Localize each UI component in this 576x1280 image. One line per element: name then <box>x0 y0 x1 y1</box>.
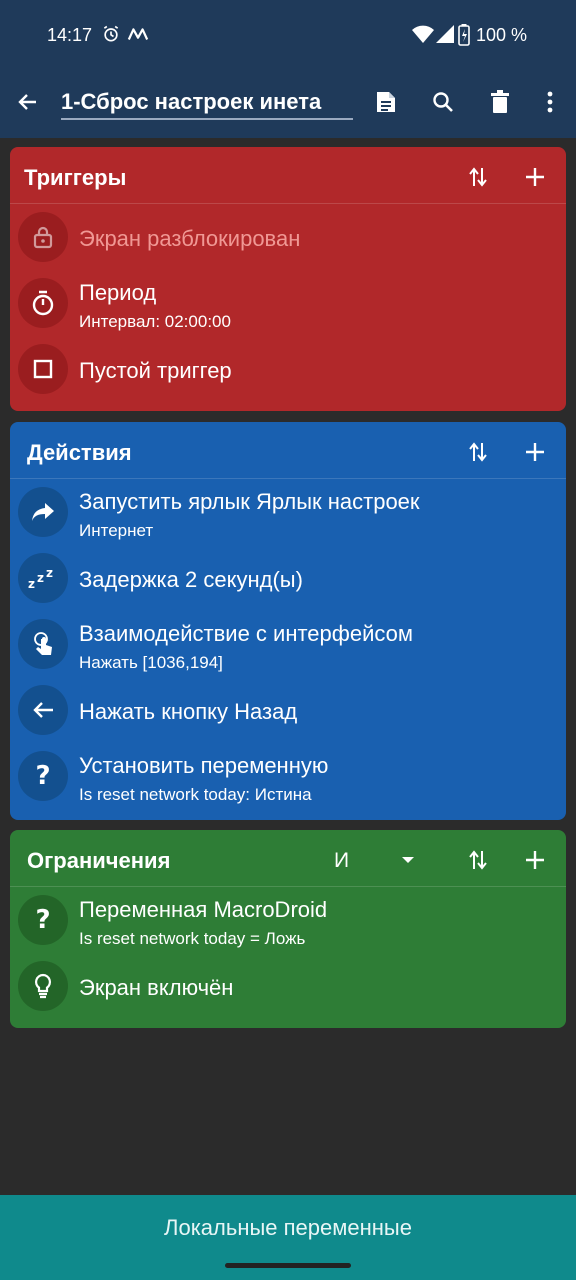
overflow-menu-button[interactable] <box>536 88 564 116</box>
battery-percentage: 100 % <box>476 25 528 45</box>
delete-button[interactable] <box>486 88 514 116</box>
swap-vertical-icon <box>469 850 487 870</box>
add-action-button[interactable] <box>521 438 549 466</box>
action-label: Задержка 2 секунд(ы) <box>79 567 303 592</box>
trigger-label: Период <box>79 280 157 305</box>
home-indicator[interactable] <box>225 1263 351 1268</box>
triggers-header: Триггеры <box>10 147 566 204</box>
constraints-card: Ограничения И ? Переменная MacroDroid Is… <box>10 830 566 1028</box>
constraints-header: Ограничения И <box>10 830 566 887</box>
plus-icon <box>526 851 544 869</box>
dropdown-arrow-icon <box>402 857 414 863</box>
action-item[interactable]: Взаимодействие с интерфейсом Нажать [103… <box>10 611 566 677</box>
logic-operator-select[interactable]: И <box>334 849 349 873</box>
trigger-detail: Интервал: 02:00:00 <box>79 312 231 331</box>
constraint-item[interactable]: Экран включён <box>10 953 566 1019</box>
macro-name-field[interactable]: 1-Сброс настроек инета <box>61 86 353 120</box>
trigger-label: Пустой триггер <box>79 358 232 383</box>
add-trigger-button[interactable] <box>521 163 549 191</box>
constraint-item[interactable]: ? Переменная MacroDroid Is reset network… <box>10 887 566 953</box>
triggers-title: Триггеры <box>24 165 127 190</box>
local-variables-label: Локальные переменные <box>164 1215 412 1240</box>
macro-title: 1-Сброс настроек инета <box>61 89 322 114</box>
status-time: 14:17 <box>47 25 93 45</box>
svg-text:z: z <box>37 571 44 585</box>
document-icon <box>377 92 395 112</box>
action-item[interactable]: zzz Задержка 2 секунд(ы) <box>10 545 566 611</box>
question-icon: ? <box>18 895 68 945</box>
add-constraint-button[interactable] <box>521 846 549 874</box>
square-icon <box>18 344 68 394</box>
constraints-title: Ограничения <box>27 848 171 873</box>
app-bar: 1-Сброс настроек инета <box>0 72 576 136</box>
action-label: Установить переменную <box>79 753 329 778</box>
more-vert-icon <box>547 91 553 113</box>
actions-card: Действия Запустить ярлык Ярлык настроек … <box>10 422 566 820</box>
battery-icon <box>458 24 470 51</box>
back-arrow-icon <box>18 94 36 110</box>
trash-icon <box>491 90 509 113</box>
cell-signal-icon <box>435 24 455 49</box>
lock-icon <box>18 212 68 262</box>
swap-vertical-icon <box>469 442 487 462</box>
action-item[interactable]: Запустить ярлык Ярлык настроек Интернет <box>10 479 566 545</box>
sleep-zzz-icon: zzz <box>18 553 68 603</box>
actions-header: Действия <box>10 422 566 479</box>
swap-vertical-icon <box>469 167 487 187</box>
trigger-item[interactable]: Пустой триггер <box>10 336 566 402</box>
action-label: Запустить ярлык Ярлык настроек <box>79 489 420 514</box>
status-bar: 14:17 100 % <box>0 22 576 50</box>
back-button[interactable] <box>14 88 42 116</box>
top-bar: 14:17 100 % 1-Сброс настроек инета <box>0 0 576 138</box>
triggers-card: Триггеры Экран разблокирован Период Инте… <box>10 147 566 411</box>
alarm-icon <box>101 24 121 49</box>
search-icon <box>433 92 453 112</box>
action-item[interactable]: ? Установить переменную Is reset network… <box>10 743 566 809</box>
app-notification-icon <box>127 24 149 49</box>
logic-operator-dropdown[interactable] <box>394 846 422 874</box>
action-item[interactable]: Нажать кнопку Назад <box>10 677 566 743</box>
plus-icon <box>526 168 544 186</box>
trigger-item[interactable]: Экран разблокирован <box>10 204 566 270</box>
action-label: Нажать кнопку Назад <box>79 699 298 724</box>
action-label: Взаимодействие с интерфейсом <box>79 621 414 646</box>
description-button[interactable] <box>372 88 400 116</box>
constraint-detail: Is reset network today = Ложь <box>79 929 306 948</box>
touch-icon <box>18 619 68 669</box>
constraint-label: Переменная MacroDroid <box>79 897 328 922</box>
action-detail: Нажать [1036,194] <box>79 653 223 672</box>
svg-text:z: z <box>28 577 35 589</box>
timer-icon <box>18 278 68 328</box>
trigger-item[interactable]: Период Интервал: 02:00:00 <box>10 270 566 336</box>
wifi-icon <box>411 24 435 49</box>
actions-title: Действия <box>27 440 132 465</box>
reorder-triggers-button[interactable] <box>464 163 492 191</box>
plus-icon <box>526 443 544 461</box>
lightbulb-icon <box>18 961 68 1011</box>
question-icon: ? <box>18 751 68 801</box>
reorder-actions-button[interactable] <box>464 438 492 466</box>
back-arrow-icon <box>18 685 68 735</box>
reorder-constraints-button[interactable] <box>464 846 492 874</box>
trigger-label: Экран разблокирован <box>79 226 301 251</box>
search-button[interactable] <box>429 88 457 116</box>
action-detail: Is reset network today: Истина <box>79 785 312 804</box>
svg-text:z: z <box>46 567 53 580</box>
action-detail: Интернет <box>79 521 154 540</box>
constraint-label: Экран включён <box>79 975 234 1000</box>
share-arrow-icon <box>18 487 68 537</box>
